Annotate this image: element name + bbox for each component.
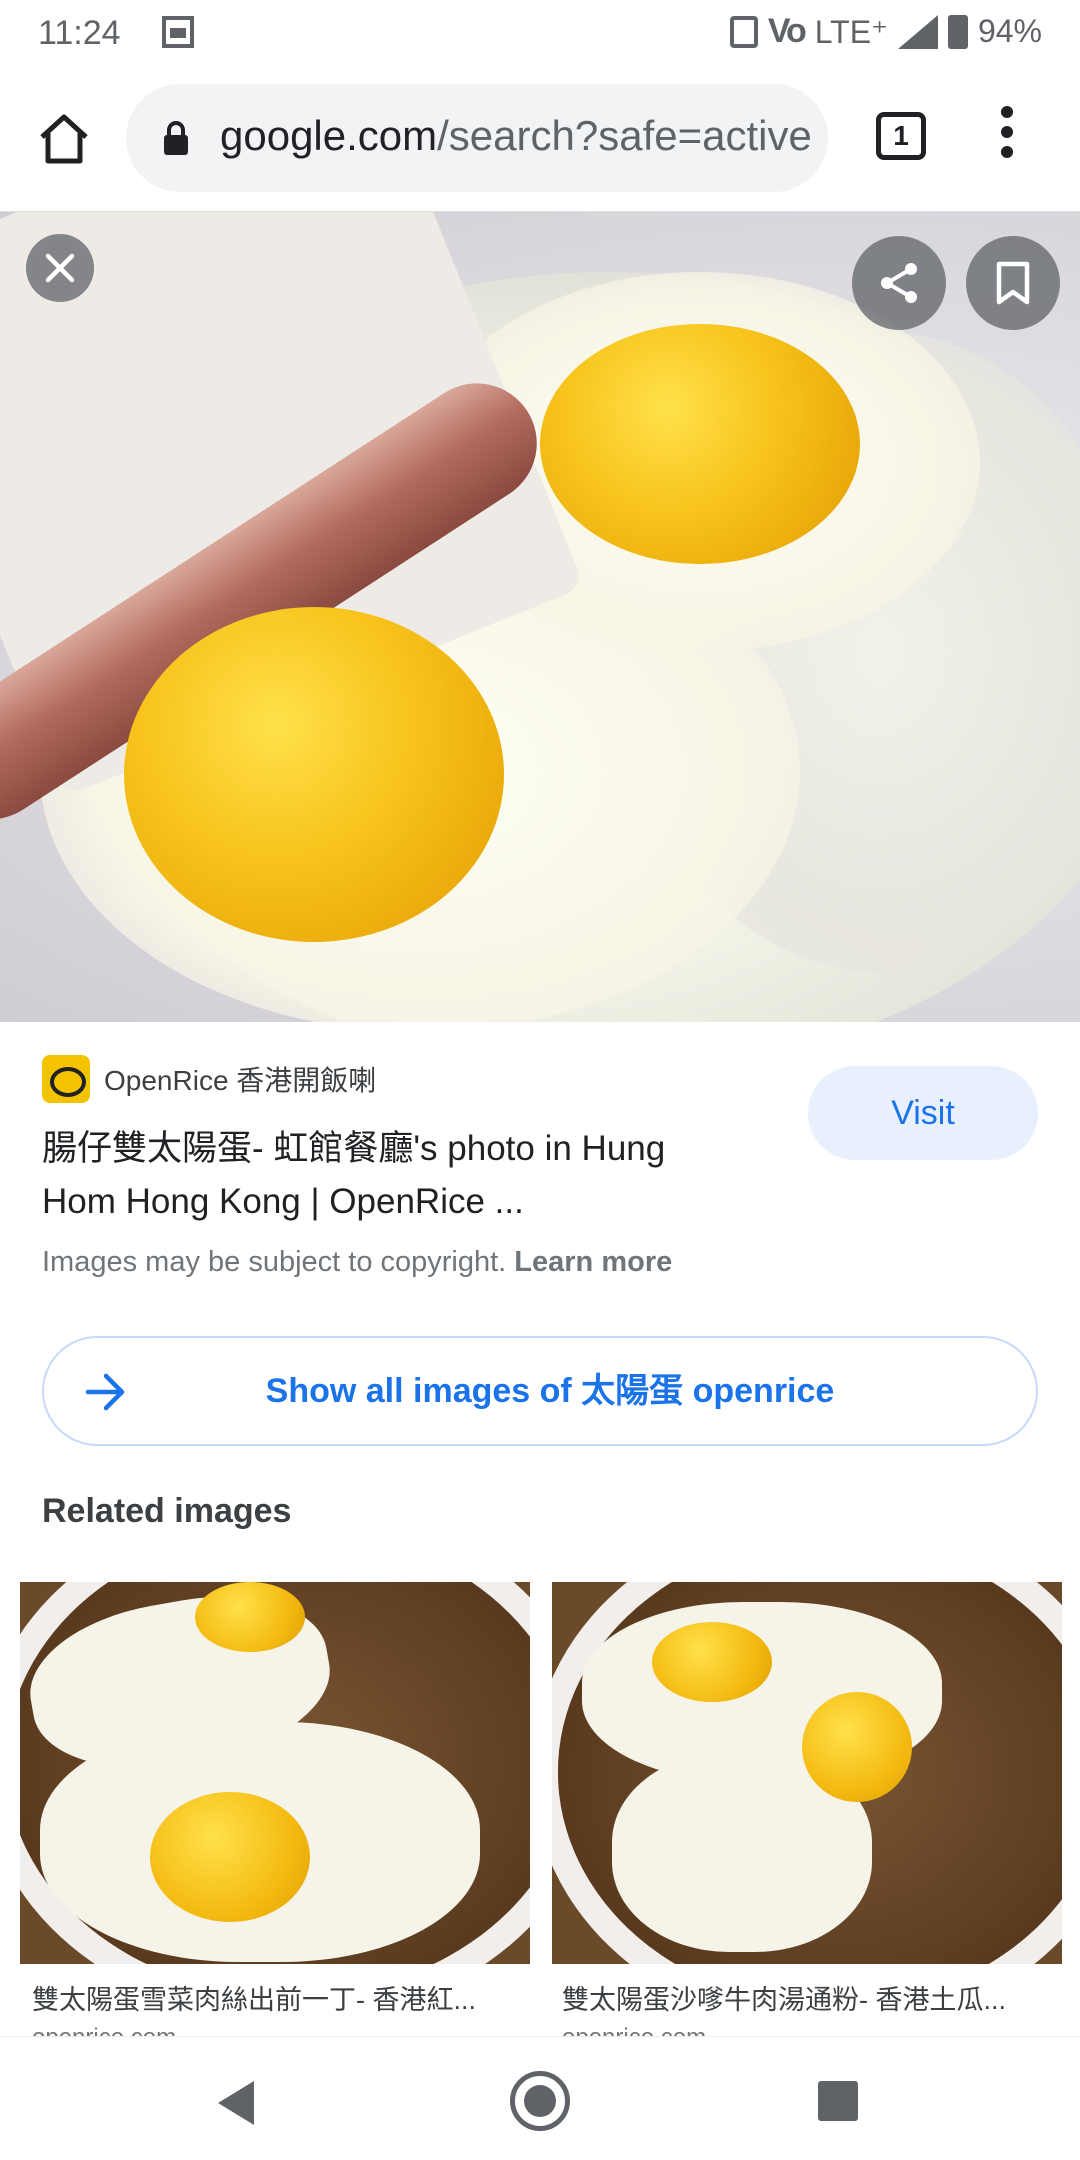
egg-yolk-shape xyxy=(195,1582,305,1652)
result-title[interactable]: 腸仔雙太陽蛋- 虹館餐廳's photo in Hung Hom Hong Ko… xyxy=(42,1122,742,1228)
battery-icon xyxy=(947,14,968,49)
openrice-logo xyxy=(42,1055,90,1103)
copyright-notice: Images may be subject to copyright. Lear… xyxy=(42,1246,672,1279)
bookmark-icon xyxy=(996,261,1030,305)
more-vert-icon[interactable] xyxy=(992,106,1022,166)
preview-image[interactable] xyxy=(0,212,1080,1022)
related-source: openrice.com xyxy=(32,2024,176,2036)
network-type: LTE⁺ xyxy=(814,13,888,50)
show-all-label: Show all images of 太陽蛋 openrice xyxy=(265,1372,835,1410)
egg-yolk-shape xyxy=(124,607,504,942)
share-button[interactable] xyxy=(852,236,946,330)
egg-yolk-shape xyxy=(652,1622,772,1702)
related-caption[interactable]: 雙太陽蛋沙嗲牛肉湯通粉- 香港土瓜... xyxy=(562,1978,1062,2017)
related-caption[interactable]: 雙太陽蛋雪菜肉絲出前一丁- 香港紅... xyxy=(32,1978,532,2017)
save-button[interactable] xyxy=(966,236,1060,330)
url-bar[interactable]: google.com/search?safe=active xyxy=(126,84,828,192)
url-text[interactable]: google.com/search?safe=active xyxy=(220,112,812,160)
visit-button[interactable]: Visit xyxy=(808,1066,1038,1160)
status-bar: 11:24 Vo LTE⁺ 94% xyxy=(0,0,1080,66)
home-icon[interactable] xyxy=(36,111,92,167)
back-icon[interactable] xyxy=(214,2079,258,2127)
url-path: /search?safe=active xyxy=(437,112,812,159)
signal-icon xyxy=(897,14,938,49)
source-row[interactable]: OpenRice 香港開飯喇 xyxy=(42,1055,376,1103)
url-domain: google.com xyxy=(220,112,438,159)
egg-yolk-shape xyxy=(150,1792,310,1922)
related-images-heading: Related images xyxy=(42,1492,292,1530)
related-image-thumbnail[interactable] xyxy=(552,1582,1062,1964)
tabs-icon[interactable]: 1 xyxy=(876,112,926,160)
system-nav-bar xyxy=(0,2036,1080,2160)
home-circle-icon[interactable] xyxy=(510,2071,570,2131)
share-icon xyxy=(881,263,917,303)
browser-toolbar: google.com/search?safe=active 1 xyxy=(0,66,1080,212)
copyright-text: Images may be subject to copyright. xyxy=(42,1246,507,1278)
vibrate-icon xyxy=(729,15,758,48)
related-image-thumbnail[interactable] xyxy=(20,1582,530,1964)
show-all-images-button[interactable]: Show all images of 太陽蛋 openrice xyxy=(42,1336,1038,1446)
gallery-notification-icon xyxy=(162,16,194,48)
learn-more-link[interactable]: Learn more xyxy=(514,1246,672,1278)
status-icons: Vo LTE⁺ 94% xyxy=(729,12,1042,51)
close-button[interactable] xyxy=(26,234,94,302)
volte-indicator: Vo xyxy=(767,12,807,50)
status-time: 11:24 xyxy=(38,14,121,52)
source-name: OpenRice 香港開飯喇 xyxy=(104,1065,377,1096)
battery-percent: 94% xyxy=(977,13,1042,49)
close-icon xyxy=(45,253,75,283)
recents-icon[interactable] xyxy=(818,2081,858,2121)
egg-yolk-shape xyxy=(802,1692,912,1802)
lock-icon xyxy=(164,121,188,155)
egg-yolk-shape xyxy=(540,324,860,564)
related-source: openrice.com xyxy=(562,2024,706,2036)
